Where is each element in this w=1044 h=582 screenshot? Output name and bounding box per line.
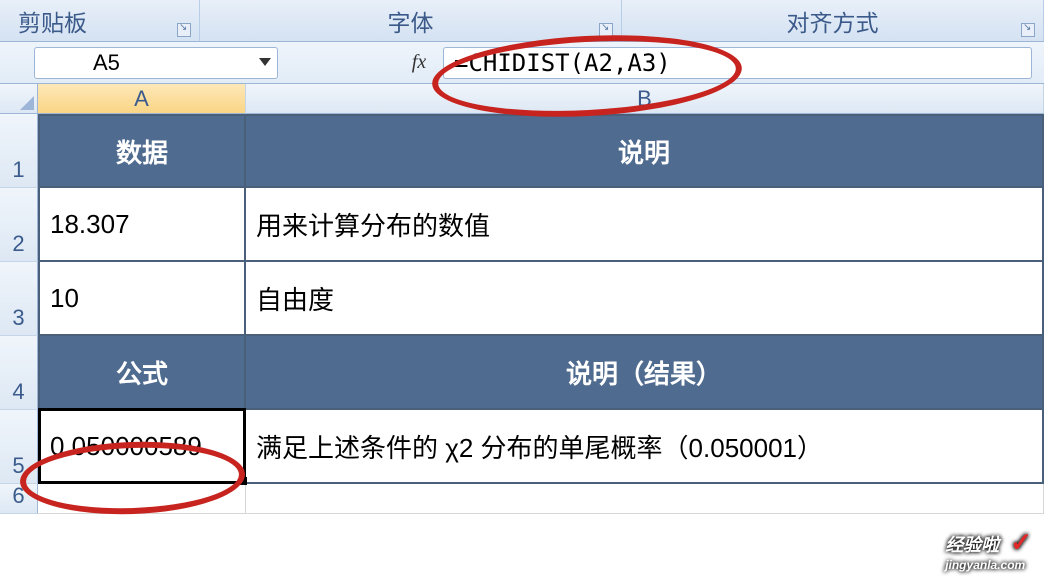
spreadsheet-grid: 1 2 3 4 5 6 数据 说明 18.307 用来计算分布的数值 10 自由… bbox=[0, 114, 1044, 514]
cell-a5[interactable]: 0.050000589 bbox=[38, 410, 246, 484]
ribbon-group-label: 剪贴板 bbox=[18, 4, 87, 38]
name-box-value: A5 bbox=[93, 50, 120, 76]
row-header-4[interactable]: 4 bbox=[0, 336, 38, 410]
watermark-brand: 经验啦 bbox=[945, 535, 999, 555]
column-headers: A B bbox=[0, 84, 1044, 114]
dialog-launcher-icon[interactable] bbox=[599, 23, 613, 37]
cell-a6[interactable] bbox=[38, 484, 246, 514]
row-headers: 1 2 3 4 5 6 bbox=[0, 114, 38, 514]
table-row: 10 自由度 bbox=[38, 262, 1044, 336]
name-box[interactable]: A5 bbox=[34, 47, 278, 79]
cell-b3[interactable]: 自由度 bbox=[246, 262, 1044, 336]
table-row: 公式 说明（结果） bbox=[38, 336, 1044, 410]
ribbon-group-labels: 剪贴板 字体 对齐方式 bbox=[0, 0, 1044, 42]
table-row bbox=[38, 484, 1044, 514]
dialog-launcher-icon[interactable] bbox=[177, 23, 191, 37]
row-header-1[interactable]: 1 bbox=[0, 114, 38, 188]
row-header-3[interactable]: 3 bbox=[0, 262, 38, 336]
row-header-2[interactable]: 2 bbox=[0, 188, 38, 262]
watermark-url: jingyanla.com bbox=[945, 558, 1032, 572]
ribbon-group-alignment: 对齐方式 bbox=[622, 0, 1044, 41]
dialog-launcher-icon[interactable] bbox=[1021, 23, 1035, 37]
formula-input[interactable]: =CHIDIST(A2,A3) bbox=[443, 47, 1032, 79]
cell-a3[interactable]: 10 bbox=[38, 262, 246, 336]
cell-a4[interactable]: 公式 bbox=[38, 336, 246, 410]
cell-a2[interactable]: 18.307 bbox=[38, 188, 246, 262]
ribbon-group-label: 字体 bbox=[388, 4, 434, 38]
ribbon-group-label: 对齐方式 bbox=[787, 4, 879, 38]
column-header-a[interactable]: A bbox=[38, 84, 246, 114]
row-header-6[interactable]: 6 bbox=[0, 484, 38, 514]
check-icon: ✓ bbox=[1010, 527, 1032, 557]
ribbon-group-clipboard: 剪贴板 bbox=[0, 0, 200, 41]
select-all-corner[interactable] bbox=[0, 84, 38, 114]
fx-button[interactable]: fx bbox=[403, 49, 435, 77]
cell-b6[interactable] bbox=[246, 484, 1044, 514]
cell-b2[interactable]: 用来计算分布的数值 bbox=[246, 188, 1044, 262]
table-row: 18.307 用来计算分布的数值 bbox=[38, 188, 1044, 262]
table-row: 0.050000589 满足上述条件的 χ2 分布的单尾概率（0.050001） bbox=[38, 410, 1044, 484]
cell-b1[interactable]: 说明 bbox=[246, 114, 1044, 188]
cell-a1[interactable]: 数据 bbox=[38, 114, 246, 188]
table-row: 数据 说明 bbox=[38, 114, 1044, 188]
chevron-down-icon[interactable] bbox=[259, 58, 271, 66]
watermark: 经验啦 ✓ jingyanla.com bbox=[945, 527, 1032, 572]
cell-b4[interactable]: 说明（结果） bbox=[246, 336, 1044, 410]
formula-text: =CHIDIST(A2,A3) bbox=[454, 49, 671, 77]
ribbon-group-font: 字体 bbox=[200, 0, 622, 41]
row-header-5[interactable]: 5 bbox=[0, 410, 38, 484]
cell-b5[interactable]: 满足上述条件的 χ2 分布的单尾概率（0.050001） bbox=[246, 410, 1044, 484]
formula-bar: A5 fx =CHIDIST(A2,A3) bbox=[0, 42, 1044, 84]
grid-body: 数据 说明 18.307 用来计算分布的数值 10 自由度 公式 说明（结果） … bbox=[38, 114, 1044, 514]
cell-value: 0.050000589 bbox=[50, 431, 202, 462]
column-header-b[interactable]: B bbox=[246, 84, 1044, 114]
